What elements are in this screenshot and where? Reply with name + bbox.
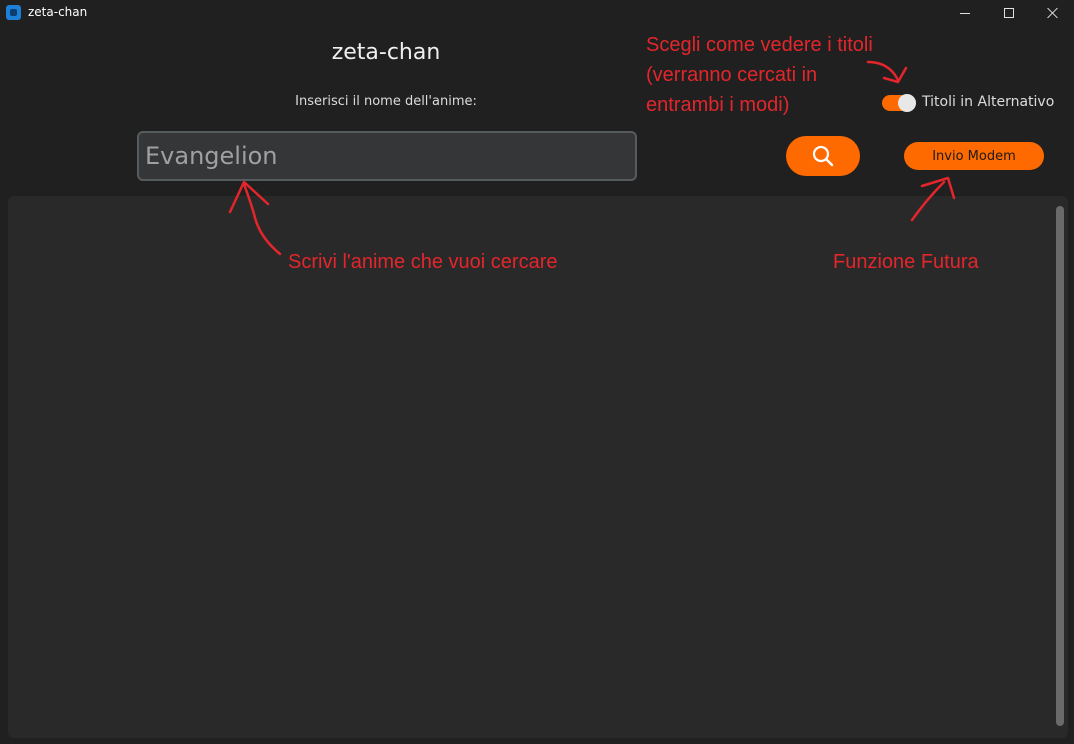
search-input[interactable] [137,131,637,181]
arrow-to-toggle-head [882,66,908,84]
app-heading: zeta-chan [331,40,441,65]
alt-titles-toggle[interactable] [882,94,916,112]
maximize-icon [1004,8,1014,18]
annotation-future: Funzione Futura [833,251,979,273]
annotation-titles: Scegli come vedere i titoli (verranno ce… [646,30,873,120]
results-scrollbar[interactable] [1056,206,1064,726]
toggle-knob [898,94,916,112]
annotation-titles-line1: Scegli come vedere i titoli [646,34,873,56]
window-title: zeta-chan [28,5,88,19]
close-button[interactable] [1030,0,1074,26]
minimize-icon [960,12,970,14]
arrow-to-modem-head [920,176,956,200]
scrollbar-thumb[interactable] [1056,206,1064,726]
search-button[interactable] [786,136,860,176]
annotation-search: Scrivi l'anime che vuoi cercare [288,251,558,273]
annotation-titles-line3: entrambi i modi) [646,94,790,116]
input-label: Inserisci il nome dell'anime: [295,94,477,109]
minimize-button[interactable] [942,0,988,26]
annotation-titles-line2: (verranno cercati in [646,64,818,86]
modem-button[interactable]: Invio Modem [904,142,1044,170]
search-icon [812,145,834,167]
close-icon [1047,7,1059,19]
results-panel [8,196,1068,738]
alt-titles-label: Titoli in Alternativo [922,94,1055,110]
app-icon [6,5,21,20]
maximize-button[interactable] [986,0,1032,26]
title-bar: zeta-chan [0,0,1074,26]
